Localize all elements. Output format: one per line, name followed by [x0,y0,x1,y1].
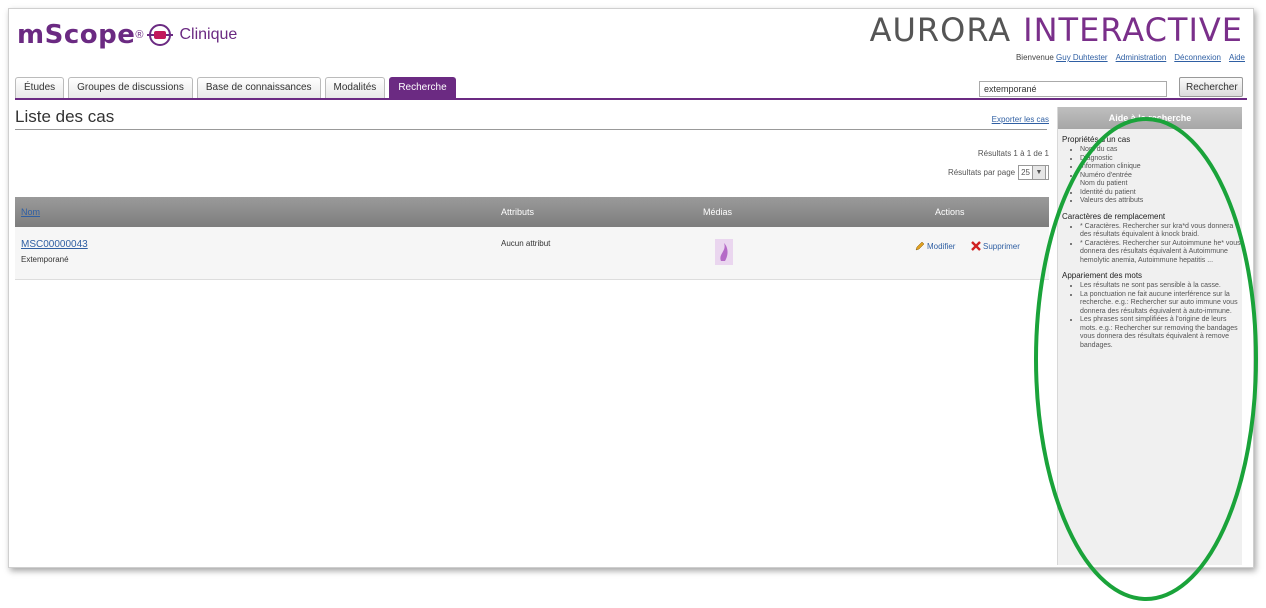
pencil-icon [915,241,925,251]
help-item: * Caractères. Rechercher sur kra*d vous … [1080,223,1242,240]
header-medias: Médias [703,207,733,217]
help-item: Nom du cas [1080,146,1242,155]
admin-link[interactable]: Administration [1116,53,1167,62]
results-per-page: Résultats par page 25 ▼ [948,165,1049,180]
microscope-slide-icon [147,24,174,46]
edit-label: Modifier [927,241,956,251]
user-name-link[interactable]: Guy Duhtester [1056,53,1108,62]
case-diagnosis: Extemporané [21,255,69,264]
help-item: Diagnostic [1080,155,1242,164]
chevron-down-icon[interactable]: ▼ [1032,165,1046,180]
help-link[interactable]: Aide [1229,53,1245,62]
aurora-interactive-logo: AURORA INTERACTIVE [870,11,1243,49]
tab-recherche[interactable]: Recherche [389,77,456,98]
logo-clinique-text: Clinique [179,26,238,43]
mscope-logo: mScope ® Clinique [17,15,237,55]
delete-action[interactable]: Supprimer [971,241,1020,251]
tab-underline [15,98,1247,100]
help-item: Numéro d'entrée [1080,172,1242,181]
search-help-panel: Aide à la recherche Propriétés d'un cas … [1057,107,1242,565]
help-list-properties: Nom du cas Diagnostic Information cliniq… [1058,146,1242,206]
results-count: Résultats 1 à 1 de 1 [977,149,1049,158]
help-title: Aide à la recherche [1058,107,1242,129]
per-page-label: Résultats par page [947,168,1016,177]
help-item: La ponctuation ne fait aucune interféren… [1080,291,1242,317]
case-list-panel: Liste des cas Exporter les cas Résultats… [15,101,1049,561]
search-button[interactable]: Rechercher [1179,77,1243,97]
case-attributes: Aucun attribut [501,239,551,248]
search-input[interactable] [979,81,1167,97]
help-item: Les résultats ne sont pas sensible à la … [1080,282,1242,291]
media-thumbnail[interactable] [715,239,733,265]
header-attributs: Attributs [501,207,535,217]
per-page-value: 25 [1021,168,1030,177]
header-actions: Actions [935,207,965,217]
help-section-heading: Propriétés d'un cas [1062,135,1131,144]
logo-registered-mark: ® [135,29,144,41]
table-row: MSC00000043 Extemporané Aucun attribut M… [15,227,1049,280]
welcome-label: Bienvenue [1015,53,1054,62]
help-item: Les phrases sont simplifiées à l'origine… [1080,316,1242,350]
delete-label: Supprimer [983,241,1020,251]
logo-mscope-text: mScope [17,20,136,50]
tab-etudes[interactable]: Études [15,77,65,98]
main-tabs: Études Groupes de discussions Base de co… [15,77,456,98]
export-cases-link[interactable]: Exporter les cas [992,115,1049,124]
help-item: Identité du patient [1080,189,1242,198]
help-item: Nom du patient [1080,180,1242,189]
page-title: Liste des cas [15,107,115,126]
table-header: Nom Attributs Médias Actions [15,197,1049,227]
app-window: mScope ® Clinique AURORA INTERACTIVE Bie… [8,8,1254,568]
tab-groupes-discussions[interactable]: Groupes de discussions [68,77,193,98]
title-divider [15,129,1047,130]
edit-action[interactable]: Modifier [915,241,955,251]
case-name-link[interactable]: MSC00000043 [21,239,88,250]
help-list-wildcards: * Caractères. Rechercher sur kra*d vous … [1058,223,1242,266]
delete-x-icon [971,241,981,251]
logo-aurora-text: AURORA [869,11,1012,49]
help-section-heading: Appariement des mots [1062,271,1143,280]
help-item: Information clinique [1080,163,1242,172]
help-item: * Caractères. Rechercher sur Autoimmune … [1080,240,1242,266]
tab-base-connaissances[interactable]: Base de connaissances [196,77,321,98]
user-links-bar: Bienvenue Guy Duhtester Administration D… [1016,53,1245,62]
header-nom[interactable]: Nom [21,207,40,217]
logout-link[interactable]: Déconnexion [1174,53,1221,62]
per-page-select[interactable]: 25 ▼ [1018,165,1049,180]
help-item: Valeurs des attributs [1080,197,1242,206]
help-list-matching: Les résultats ne sont pas sensible à la … [1058,282,1242,350]
tab-modalites[interactable]: Modalités [324,77,386,98]
help-section-heading: Caractères de remplacement [1062,211,1166,221]
logo-interactive-text: INTERACTIVE [1023,11,1243,49]
